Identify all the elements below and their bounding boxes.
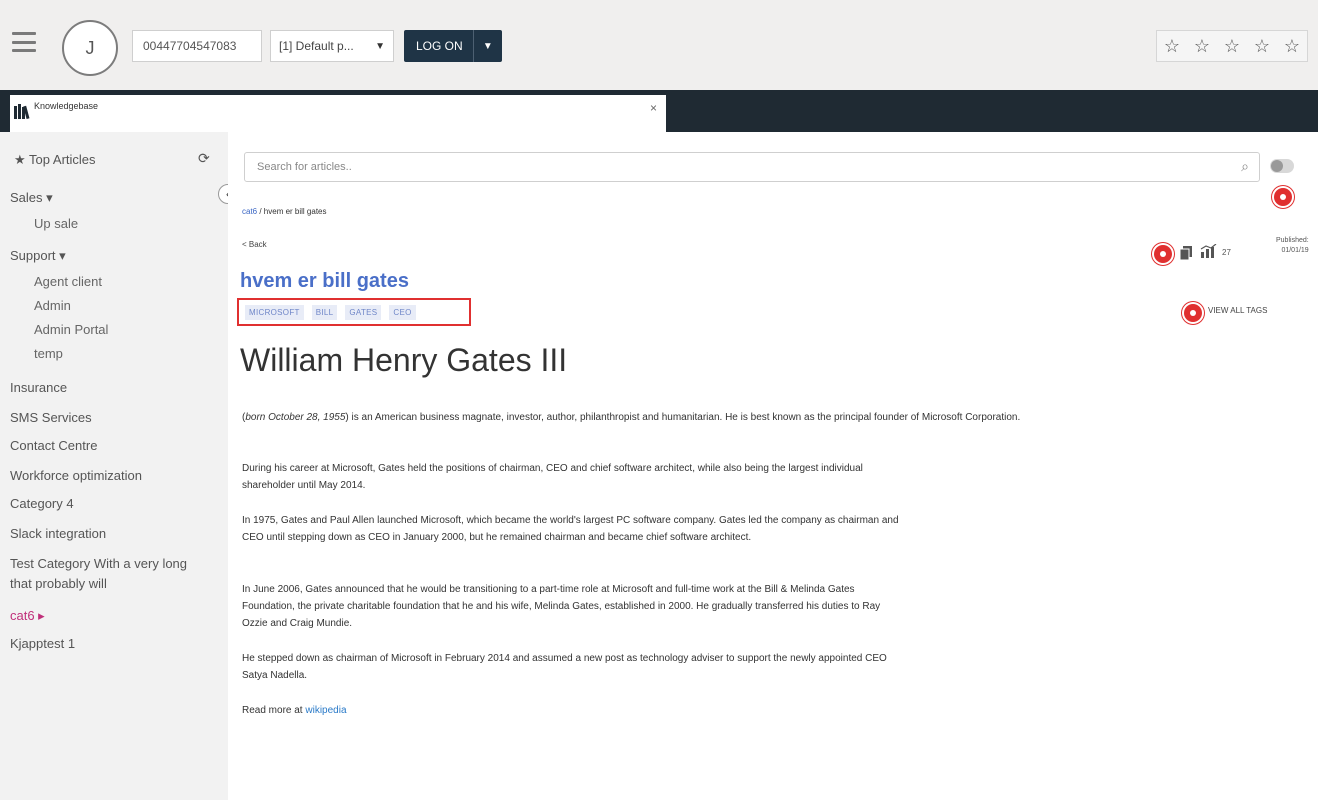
logon-button[interactable]: LOG ON ▼ <box>404 30 502 62</box>
article-paragraph: In 1975, Gates and Paul Allen launched M… <box>242 515 899 543</box>
star-icon[interactable]: ☆ <box>1217 31 1247 61</box>
tag-microsoft[interactable]: MICROSOFT <box>245 304 304 320</box>
article-panel: Search for articles.. ⌕ cat6 / hvem er b… <box>228 132 1318 800</box>
menu-icon[interactable] <box>12 32 36 52</box>
logon-button-label: LOG ON <box>404 30 474 62</box>
sidebar-item-test-category-cont[interactable]: that probably will <box>10 576 107 591</box>
copy-icon[interactable] <box>1179 246 1192 263</box>
profile-select-value: [1] Default p... <box>279 39 354 53</box>
tab-title: Knowledgebase <box>34 101 99 111</box>
read-more: Read more at wikipedia <box>242 702 908 719</box>
sidebar-item-workforce-optimization[interactable]: Workforce optimization <box>10 468 142 483</box>
logon-dropdown-icon[interactable]: ▼ <box>474 41 502 52</box>
search-input[interactable]: Search for articles.. ⌕ <box>244 152 1260 182</box>
avatar[interactable]: J <box>62 20 118 76</box>
profile-select[interactable]: [1] Default p... ▼ <box>270 30 394 62</box>
sidebar-item-test-category[interactable]: Test Category With a very long <box>10 556 187 571</box>
view-all-tags-link[interactable]: VIEW ALL TAGS <box>1208 306 1267 315</box>
top-bar: J 00447704547083 [1] Default p... ▼ LOG … <box>0 0 1318 90</box>
breadcrumb-link-cat6[interactable]: cat6 <box>242 207 257 216</box>
star-filled-icon: ★ <box>14 152 26 167</box>
sidebar: ★ Top Articles ⟳ ‹ Sales ▾ Up sale Suppo… <box>0 132 238 800</box>
tag-list: MICROSOFT BILL GATES CEO <box>237 298 471 326</box>
sidebar-item-category-4[interactable]: Category 4 <box>10 496 74 511</box>
sidebar-item-contact-centre[interactable]: Contact Centre <box>10 438 97 453</box>
article-paragraph: During his career at Microsoft, Gates he… <box>242 463 863 491</box>
breadcrumb: cat6 / hvem er bill gates <box>242 207 327 216</box>
sidebar-item-admin-portal[interactable]: Admin Portal <box>34 322 108 337</box>
tag-gates[interactable]: GATES <box>345 304 382 320</box>
tab-knowledgebase[interactable]: Knowledgebase × <box>10 95 666 132</box>
phone-number-field[interactable]: 00447704547083 <box>132 30 262 62</box>
published-label: Published: <box>1276 237 1309 244</box>
refresh-icon[interactable]: ⟳ <box>198 150 210 167</box>
library-icon <box>14 103 30 124</box>
rating-stars: ☆ ☆ ☆ ☆ ☆ <box>1156 30 1308 62</box>
tag-ceo[interactable]: CEO <box>389 304 416 320</box>
star-icon[interactable]: ☆ <box>1247 31 1277 61</box>
star-icon[interactable]: ☆ <box>1277 31 1307 61</box>
search-icon[interactable]: ⌕ <box>1241 158 1249 175</box>
toggle-switch[interactable] <box>1270 159 1294 173</box>
search-placeholder: Search for articles.. <box>257 161 352 173</box>
sidebar-item-sales[interactable]: Sales ▾ <box>10 190 53 206</box>
read-more-prefix: Read more at <box>242 705 306 716</box>
view-count: 27 <box>1222 248 1231 257</box>
star-icon[interactable]: ☆ <box>1157 31 1187 61</box>
sidebar-item-top-articles[interactable]: ★ Top Articles <box>14 152 96 168</box>
sidebar-item-sms-services[interactable]: SMS Services <box>10 410 92 425</box>
back-link[interactable]: < Back <box>242 240 267 249</box>
caret-down-icon: ▼ <box>375 40 385 52</box>
star-icon[interactable]: ☆ <box>1187 31 1217 61</box>
intro-text: ) is an American business magnate, inves… <box>345 412 1021 423</box>
sidebar-item-admin[interactable]: Admin <box>34 298 71 313</box>
sidebar-item-agent-client[interactable]: Agent client <box>34 274 102 289</box>
highlight-marker-icon <box>1154 245 1172 263</box>
sidebar-item-slack-integration[interactable]: Slack integration <box>10 526 106 541</box>
sidebar-item-up-sale[interactable]: Up sale <box>34 216 78 231</box>
highlight-marker-icon <box>1274 188 1292 206</box>
sidebar-item-kjapptest-1[interactable]: Kjapptest 1 <box>10 636 75 651</box>
wikipedia-link[interactable]: wikipedia <box>305 705 346 716</box>
sidebar-item-label: Top Articles <box>29 152 96 167</box>
tag-bill[interactable]: BILL <box>311 304 338 320</box>
breadcrumb-current: / hvem er bill gates <box>257 207 327 216</box>
highlight-marker-icon <box>1184 304 1202 322</box>
sidebar-item-insurance[interactable]: Insurance <box>10 380 67 395</box>
intro-italic: born October 28, 1955 <box>245 412 346 423</box>
sidebar-item-support[interactable]: Support ▾ <box>10 248 66 264</box>
published-date: 01/01/19 <box>1281 247 1309 254</box>
article-title: hvem er bill gates <box>240 270 409 292</box>
article-paragraph: In June 2006, Gates announced that he wo… <box>242 584 881 629</box>
published-info: Published: 01/01/19 <box>1276 236 1309 256</box>
close-icon[interactable]: × <box>650 101 657 115</box>
article-paragraph: He stepped down as chairman of Microsoft… <box>242 653 887 681</box>
sidebar-item-cat6[interactable]: cat6 ▸ <box>10 608 45 624</box>
sidebar-item-temp[interactable]: temp <box>34 346 63 361</box>
article-heading: William Henry Gates III <box>240 342 568 378</box>
stats-icon <box>1200 243 1218 261</box>
intro-paragraph: (born October 28, 1955) is an American b… <box>242 412 1021 423</box>
